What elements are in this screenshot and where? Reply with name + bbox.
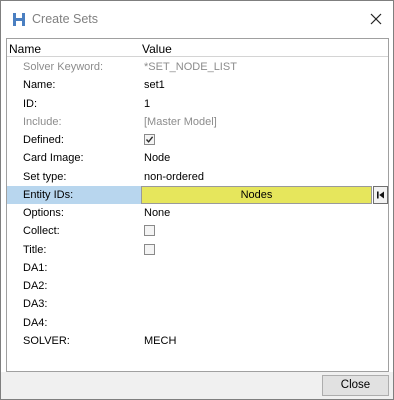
table-row[interactable]: Set type: non-ordered <box>7 168 388 186</box>
properties-table: Name Value Solver Keyword: *SET_NODE_LIST… <box>6 38 389 372</box>
row-label: DA4: <box>23 316 48 329</box>
window-title: Create Sets <box>32 12 99 26</box>
reset-selection-button[interactable] <box>373 185 388 204</box>
row-value[interactable]: *SET_NODE_LIST <box>144 61 237 73</box>
table-row[interactable]: Entity IDs: Nodes <box>7 185 388 204</box>
checkmark-icon <box>145 136 154 143</box>
table-row[interactable]: ID: 1 <box>7 95 388 113</box>
row-label: DA2: <box>23 280 48 292</box>
column-header-name[interactable]: Name <box>9 42 41 56</box>
row-label: Set type: <box>23 170 67 183</box>
table-row[interactable]: Solver Keyword: *SET_NODE_LIST <box>7 58 388 76</box>
row-value[interactable]: 1 <box>144 98 150 110</box>
row-label: Entity IDs: <box>23 188 74 201</box>
checkbox[interactable] <box>144 225 155 237</box>
column-header-value[interactable]: Value <box>142 42 172 56</box>
create-sets-dialog: Create Sets Name Value Solver Keyword: *S… <box>0 0 394 400</box>
table-row[interactable]: Card Image: Node <box>7 149 388 167</box>
table-row[interactable]: DA3: <box>7 295 388 313</box>
table-header: Name Value <box>7 39 388 57</box>
row-value[interactable]: Node <box>144 152 170 164</box>
row-label: ID: <box>23 97 38 110</box>
table-row[interactable]: Name: set1 <box>7 76 388 94</box>
table-row[interactable]: Defined: <box>7 131 388 149</box>
table-row[interactable]: Collect: <box>7 222 388 240</box>
checkbox[interactable] <box>144 243 155 255</box>
table-row[interactable]: Title: <box>7 241 388 259</box>
row-value[interactable]: [Master Model] <box>144 116 217 128</box>
row-label: Title: <box>23 243 47 256</box>
row-label: Solver Keyword: <box>23 61 104 73</box>
row-value[interactable]: non-ordered <box>144 171 204 183</box>
row-label: Options: <box>23 207 64 219</box>
table-row[interactable]: Include: [Master Model] <box>7 113 388 131</box>
table-row[interactable]: Options: None <box>7 204 388 222</box>
checkbox[interactable] <box>144 134 155 145</box>
close-icon[interactable] <box>367 10 385 28</box>
row-label: Collect: <box>23 225 60 238</box>
table-row[interactable]: DA2: <box>7 277 388 295</box>
dialog-footer: Close <box>1 372 393 399</box>
row-value[interactable]: MECH <box>144 335 176 347</box>
table-row[interactable]: DA4: <box>7 314 388 332</box>
row-label: DA1: <box>23 261 48 274</box>
row-label: Defined: <box>23 134 64 146</box>
row-label: Include: <box>23 115 62 128</box>
table-row[interactable]: DA1: <box>7 259 388 277</box>
entity-selector-button[interactable]: Nodes <box>141 185 372 204</box>
close-button[interactable]: Close <box>322 375 389 396</box>
row-label: Name: <box>23 79 56 92</box>
row-label: SOLVER: <box>23 334 70 347</box>
table-row[interactable]: SOLVER: MECH <box>7 332 388 350</box>
hypermesh-h-icon <box>13 13 25 26</box>
row-value[interactable]: None <box>144 207 170 219</box>
row-label: Card Image: <box>23 152 84 165</box>
skip-first-icon <box>377 191 384 199</box>
row-value[interactable]: set1 <box>144 79 165 91</box>
row-label: DA3: <box>23 298 48 311</box>
title-bar[interactable]: Create Sets <box>1 1 393 38</box>
